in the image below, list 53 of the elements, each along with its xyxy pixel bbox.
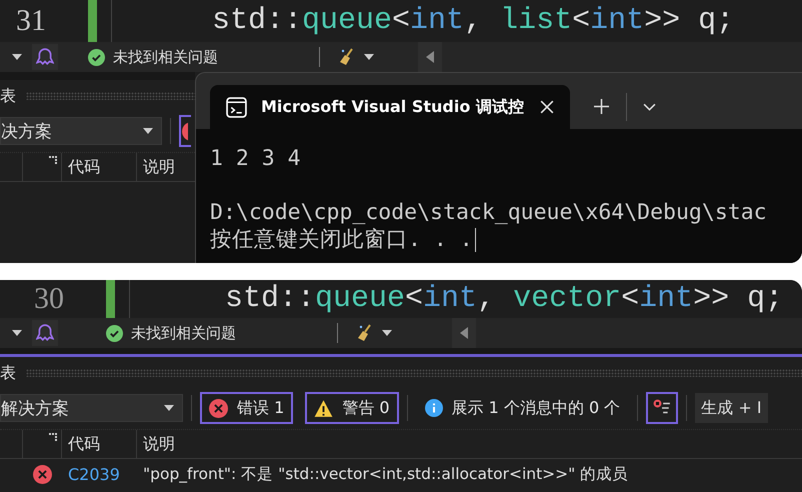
status-text: 未找到相关问题: [131, 324, 237, 342]
source-dropdown[interactable]: 生成 + I: [695, 393, 768, 423]
console-output: 1 2 3 4: [210, 145, 302, 172]
change-bar: [88, 0, 97, 42]
column-header[interactable]: 代码: [62, 430, 137, 458]
line-number: 30: [33, 282, 65, 316]
warning-icon: [314, 398, 334, 418]
caret-icon: [143, 128, 153, 134]
splitter-bar[interactable]: [0, 348, 802, 357]
new-tab-icon[interactable]: [594, 99, 609, 114]
info-icon: [424, 399, 443, 417]
panel-title: 表: [0, 362, 16, 384]
console-output: 按任意键关闭此窗口. . .: [210, 226, 802, 253]
scope-dropdown[interactable]: 解决方案: [0, 394, 183, 422]
chevron-icon[interactable]: [643, 103, 656, 111]
check-icon: [106, 324, 123, 342]
column-options-icon[interactable]: [49, 156, 57, 164]
drag-handle[interactable]: [26, 92, 195, 100]
code-line: std::queue<int, vector<int>> q;: [225, 282, 784, 316]
caret-icon[interactable]: [364, 54, 374, 60]
column-options-icon[interactable]: [49, 433, 57, 441]
error-filter-button[interactable]: 错误 1: [200, 392, 294, 424]
check-icon: [88, 48, 105, 66]
left-arrow-icon: [460, 327, 468, 339]
filter-toggle-button[interactable]: [646, 392, 678, 424]
error-code-link[interactable]: C2039: [62, 464, 143, 484]
close-icon[interactable]: [540, 100, 554, 114]
left-arrow-icon: [426, 51, 434, 63]
caret-icon[interactable]: [12, 330, 22, 336]
column-header[interactable]: 说明: [137, 153, 175, 181]
caret-icon: [164, 405, 174, 411]
caret-icon[interactable]: [382, 330, 392, 336]
error-icon: [209, 398, 228, 418]
scroll-left-button[interactable]: [452, 318, 476, 348]
line-number: 31: [15, 4, 47, 38]
scope-dropdown[interactable]: 决方案: [0, 117, 162, 145]
warning-filter-button[interactable]: 警告 0: [305, 392, 399, 424]
console-output: D:\code\cpp_code\stack_queue\x64\Debug\stac: [210, 172, 802, 226]
status-text: 未找到相关问题: [113, 48, 219, 66]
console-title: Microsoft Visual Studio 调试控: [261, 96, 525, 118]
console-tab[interactable]: Microsoft Visual Studio 调试控: [210, 85, 570, 129]
error-description: "pop_front": 不是 "std::vector<int,std::allocator<int>>" 的成员: [143, 464, 628, 484]
caret-icon[interactable]: [12, 54, 22, 60]
panel-title: 表: [0, 86, 16, 106]
drag-handle[interactable]: [26, 369, 802, 377]
column-header[interactable]: 说明: [137, 430, 175, 458]
scroll-left-button[interactable]: [418, 42, 442, 72]
column-header[interactable]: 代码: [62, 153, 137, 181]
code-line: std::queue<int, list<int>> q;: [212, 4, 734, 38]
info-filter-button[interactable]: 展示 1 个消息中的 0 个: [416, 392, 630, 424]
terminal-icon: [226, 96, 247, 118]
change-bar: [106, 280, 115, 318]
error-icon: [32, 464, 52, 484]
